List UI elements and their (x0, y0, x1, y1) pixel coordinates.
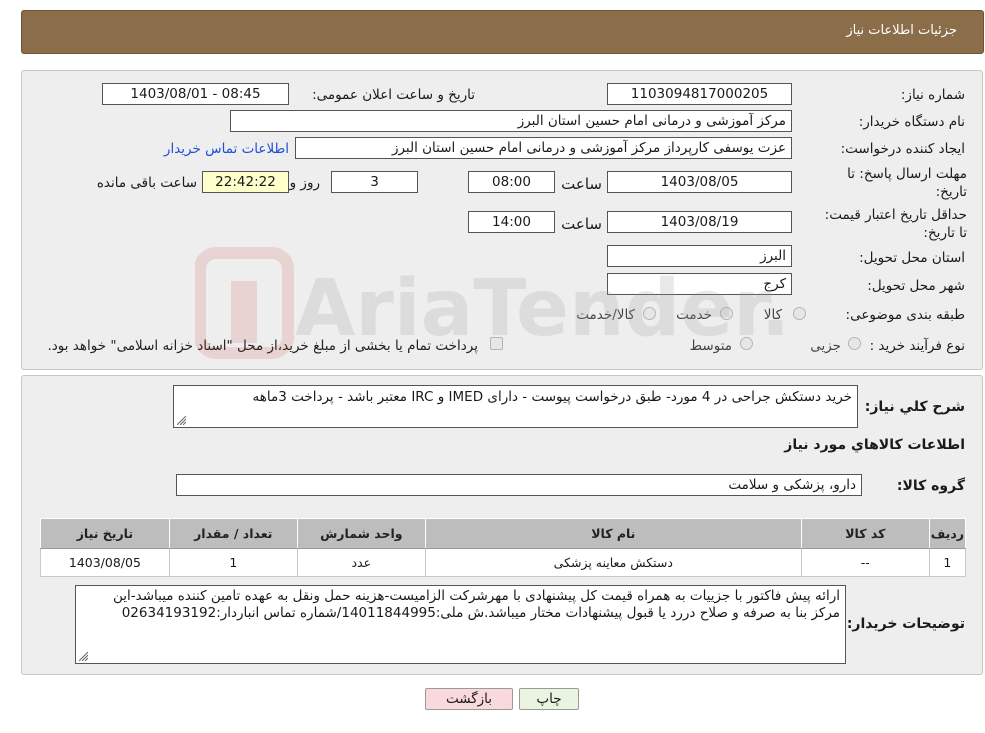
province-label: استان محل تحویل: (859, 250, 965, 266)
resize-grip-icon[interactable] (177, 416, 186, 425)
process-type-label: نوع فرآیند خرید : (869, 338, 965, 354)
description-text: خرید دستکش جراحی در 4 مورد- طبق درخواست … (252, 389, 853, 405)
reply-deadline-date: 1403/08/05 (607, 171, 792, 193)
requester-label: ایجاد کننده درخواست: (840, 141, 965, 157)
col-quantity: تعداد / مقدار (168, 518, 298, 549)
treasury-note: پرداخت تمام یا بخشی از مبلغ خرید،از محل … (47, 338, 478, 354)
print-button[interactable]: چاپ (519, 688, 579, 710)
buyer-notes-field: ارائه پیش فاکتور با جزییات به همراه قیمت… (75, 585, 846, 664)
need-number-label: شماره نیاز: (900, 87, 965, 103)
category-service-radio[interactable] (720, 307, 733, 320)
cell-item-code: -- (800, 548, 930, 577)
goods-group-label: گروه کالا: (896, 478, 965, 494)
table-row: 1 -- دستکش معاینه پزشکی عدد 1 1403/08/05 (40, 548, 967, 577)
category-goods-service-label: کالا/خدمت (576, 307, 635, 323)
price-validity-date: 1403/08/19 (607, 211, 792, 233)
city-label: شهر محل تحویل: (867, 278, 965, 294)
buyer-notes-label: توضیحات خریدار: (846, 616, 965, 632)
goods-section-title: اطلاعات کالاهاي مورد نياز (784, 437, 965, 453)
need-number-field: 1103094817000205 (607, 83, 792, 105)
cell-need-date: 1403/08/05 (40, 548, 170, 577)
goods-group-field: دارو، پزشکی و سلامت (176, 474, 862, 496)
remaining-label: ساعت باقی مانده (96, 175, 197, 191)
description-field: خرید دستکش جراحی در 4 مورد- طبق درخواست … (173, 385, 858, 428)
province-field: البرز (607, 245, 792, 267)
page-header: جزئیات اطلاعات نیاز (21, 10, 984, 54)
category-label: طبقه بندی موضوعی: (845, 307, 965, 323)
treasury-checkbox[interactable] (490, 337, 503, 350)
category-service-label: خدمت (676, 307, 712, 323)
process-medium-label: متوسط (689, 338, 732, 354)
cell-row-number: 1 (928, 548, 967, 577)
resize-grip-icon[interactable] (79, 652, 88, 661)
items-table: رديف کد کالا نام کالا واحد شمارش تعداد /… (40, 518, 967, 577)
process-minor-radio[interactable] (848, 337, 861, 350)
cell-item-name: دستکش معاینه پزشکی (424, 548, 802, 577)
category-goods-radio[interactable] (793, 307, 806, 320)
buyer-contact-link[interactable]: اطلاعات تماس خریدار (164, 141, 289, 157)
cell-unit: عدد (296, 548, 426, 577)
col-need-date: تاریخ نیاز (40, 518, 170, 549)
category-goods-service-radio[interactable] (643, 307, 656, 320)
remaining-time: 22:42:22 (202, 171, 289, 193)
reply-time-label: ساعت (561, 175, 602, 193)
price-validity-label: حداقل تاریخ اعتبار قیمت: تا تاریخ: (824, 207, 967, 241)
col-row-number: رديف (928, 518, 967, 549)
items-table-header-row: رديف کد کالا نام کالا واحد شمارش تعداد /… (40, 518, 967, 549)
price-time-label: ساعت (561, 215, 602, 233)
announce-datetime-label: تاریخ و ساعت اعلان عمومی: (312, 87, 475, 103)
process-minor-label: جزیی (810, 338, 841, 354)
buyer-notes-text: ارائه پیش فاکتور با جزییات به همراه قیمت… (112, 588, 840, 621)
cell-quantity: 1 (168, 548, 298, 577)
requester-field: عزت یوسفی کارپرداز مرکز آموزشی و درمانی … (295, 137, 792, 159)
description-label: شرح کلي نياز: (864, 399, 965, 415)
city-field: کرج (607, 273, 792, 295)
col-item-name: نام کالا (424, 518, 802, 549)
announce-datetime-field: 1403/08/01 - 08:45 (102, 83, 289, 105)
process-medium-radio[interactable] (740, 337, 753, 350)
buyer-org-label: نام دستگاه خریدار: (858, 114, 965, 130)
col-item-code: کد کالا (800, 518, 930, 549)
reply-deadline-time: 08:00 (468, 171, 555, 193)
col-unit: واحد شمارش (296, 518, 426, 549)
page-title: جزئیات اطلاعات نیاز (846, 23, 957, 38)
remaining-days: 3 (331, 171, 418, 193)
days-label: روز و (289, 175, 320, 191)
price-validity-time: 14:00 (468, 211, 555, 233)
back-button[interactable]: بازگشت (425, 688, 513, 710)
buyer-org-field: مرکز آموزشی و درمانی امام حسین استان الب… (230, 110, 792, 132)
reply-deadline-label: مهلت ارسال پاسخ: تا تاریخ: (847, 166, 967, 200)
category-goods-label: کالا (763, 307, 782, 323)
